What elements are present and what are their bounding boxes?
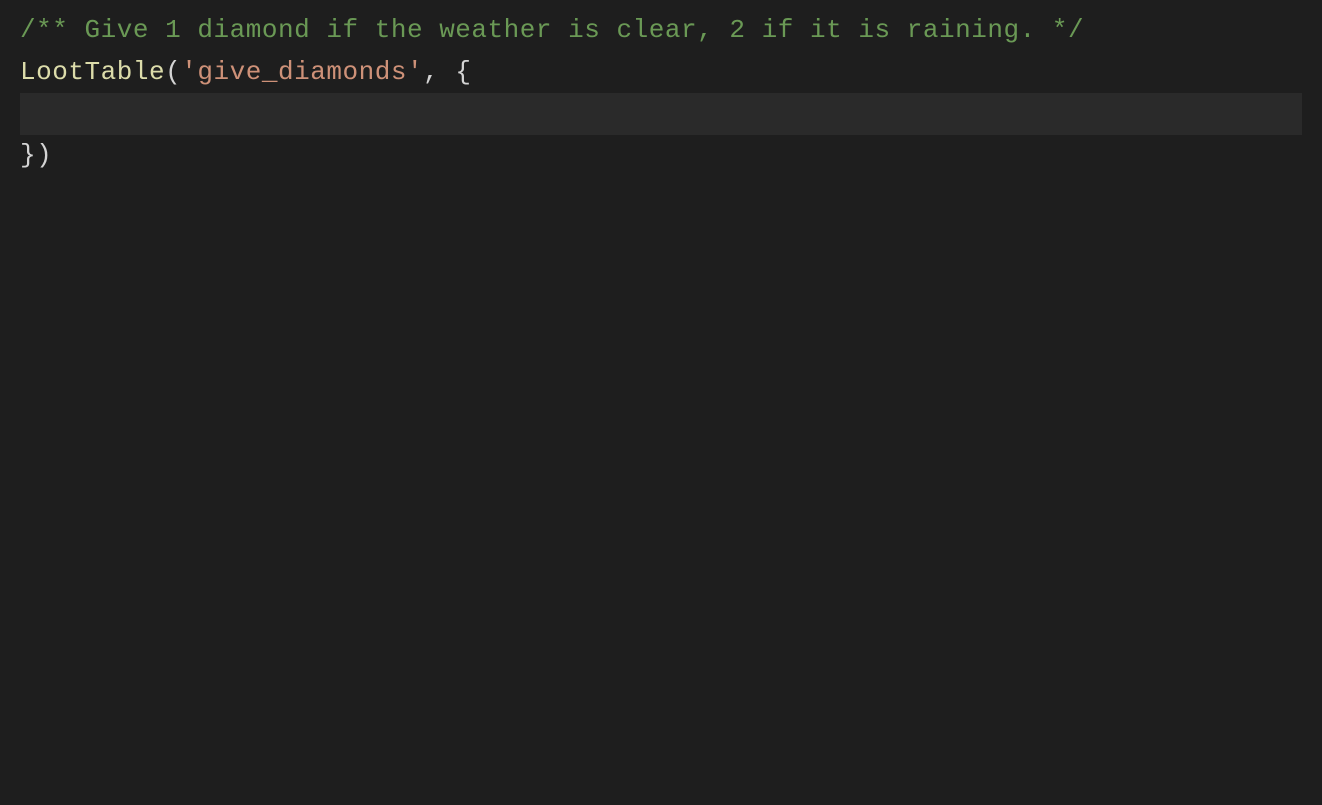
code-line-2: LootTable('give_diamonds', { [20,52,1302,94]
code-line-3 [20,93,1302,135]
code-line-1: /** Give 1 diamond if the weather is cle… [20,10,1302,52]
code-editor[interactable]: /** Give 1 diamond if the weather is cle… [0,0,1322,805]
code-line-4: }) [20,135,1302,177]
